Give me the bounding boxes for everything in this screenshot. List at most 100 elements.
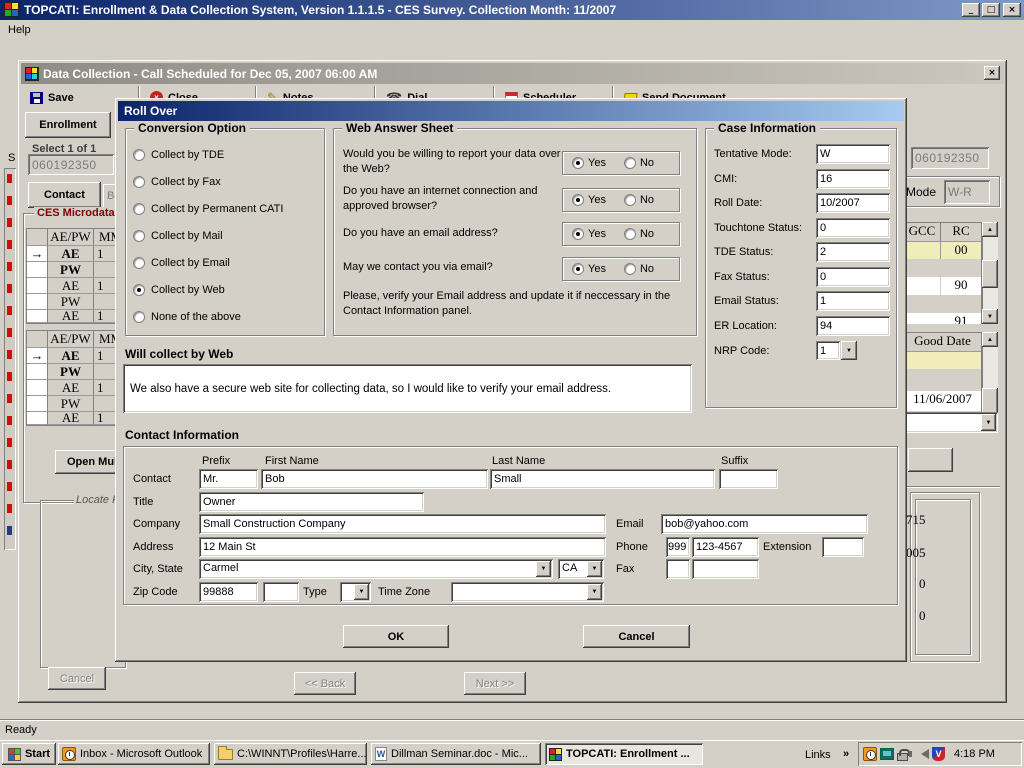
grid-row[interactable]: PW [27, 396, 128, 412]
first-name-field[interactable]: Bob [261, 469, 488, 489]
company-field[interactable]: Small Construction Company [199, 514, 606, 534]
dropdown-button[interactable]: ▼ [587, 561, 602, 577]
dc-close-button[interactable]: × [984, 66, 1000, 80]
grid-row[interactable]: PW [27, 262, 128, 278]
grid-row[interactable]: AE1 [27, 310, 128, 323]
grid-row[interactable]: 11/06/2007 [904, 391, 981, 411]
taskbar-item-topcati[interactable]: TOPCATI: Enrollment ... [545, 743, 703, 765]
tray-display-icon[interactable] [880, 748, 894, 760]
case-id-field-right[interactable]: 060192350 [911, 147, 989, 169]
start-button[interactable]: Start [2, 743, 56, 765]
phone-area-field[interactable]: 999 [666, 537, 690, 557]
city-combo[interactable]: Carmel ▼ [199, 559, 553, 579]
grid-row[interactable]: AE1 [27, 412, 128, 425]
grid-row[interactable]: 90 [904, 277, 981, 295]
roll-date-field[interactable]: 10/2007 [816, 193, 890, 213]
tray-volume-icon[interactable] [921, 749, 929, 759]
gcc-rc-scrollbar[interactable]: ▲ ▼ [982, 222, 998, 324]
fax-area-field[interactable] [666, 559, 690, 579]
dialog-cancel-button[interactable]: Cancel [583, 625, 690, 648]
phone-number-field[interactable]: 123-4567 [692, 537, 759, 557]
tab-enrollment[interactable]: Enrollment [25, 112, 111, 138]
radio-collect-by-email[interactable]: Collect by Email [133, 257, 230, 269]
radio-yes-selected[interactable] [572, 263, 584, 275]
cmi-field[interactable]: 16 [816, 169, 890, 189]
tray-antivirus-icon[interactable]: V [932, 747, 945, 761]
grid-row[interactable]: AE1 [27, 380, 128, 396]
zip-plus4-field[interactable] [263, 582, 299, 602]
tray-reminder-clock-icon[interactable] [863, 747, 877, 761]
state-combo[interactable]: CA ▼ [558, 559, 604, 579]
radio-no[interactable] [624, 194, 636, 206]
time-zone-combo[interactable]: ▼ [451, 582, 604, 602]
dropdown-button[interactable]: ▼ [981, 414, 996, 431]
radio-collect-by-permanent-cati[interactable]: Collect by Permanent CATI [133, 203, 283, 215]
tde-status-field[interactable]: 2 [816, 242, 890, 262]
links-toolbar-label[interactable]: Links [805, 749, 831, 761]
radio-no[interactable] [624, 228, 636, 240]
radio-none-of-the-above[interactable]: None of the above [133, 311, 241, 323]
links-chevron-icon[interactable]: » [843, 748, 849, 760]
case-id-field-left[interactable]: 060192350 [28, 154, 114, 175]
tray-lock-icon[interactable] [897, 753, 908, 761]
grid-row[interactable]: →AE1 [27, 246, 128, 262]
grid-row[interactable] [904, 351, 981, 369]
radio-no[interactable] [624, 263, 636, 275]
radio-collect-by-fax[interactable]: Collect by Fax [133, 176, 221, 188]
grid-row[interactable]: →AE1 [27, 348, 128, 364]
fax-number-field[interactable] [692, 559, 759, 579]
tab-contact[interactable]: Contact [28, 182, 101, 208]
radio-collect-by-mail[interactable]: Collect by Mail [133, 230, 223, 242]
nrp-code-field[interactable]: 1 [816, 341, 840, 360]
next-button[interactable]: Next >> [464, 672, 526, 695]
scroll-thumb[interactable] [982, 260, 998, 288]
radio-yes-selected[interactable] [572, 194, 584, 206]
email-field[interactable]: bob@yahoo.com [661, 514, 868, 534]
suffix-field[interactable] [719, 469, 778, 489]
zip-code-field[interactable]: 99888 [199, 582, 258, 602]
grid-row[interactable] [904, 259, 981, 277]
dc-cancel-button[interactable]: Cancel [48, 667, 106, 690]
radio-collect-by-web[interactable]: Collect by Web [133, 284, 225, 296]
back-button[interactable]: << Back [294, 672, 356, 695]
maximize-button[interactable]: □ [982, 3, 1000, 17]
fax-status-field[interactable]: 0 [816, 267, 890, 287]
grid-row[interactable]: 91 [904, 313, 981, 324]
dropdown-button[interactable]: ▼ [536, 561, 551, 577]
dropdown-button[interactable]: ▼ [587, 584, 602, 600]
toolbar-save-button[interactable]: Save [24, 85, 80, 110]
last-name-field[interactable]: Small [490, 469, 715, 489]
grid-row[interactable]: 00 [904, 241, 981, 259]
grid-row[interactable]: PW [27, 364, 128, 380]
radio-yes-selected[interactable] [572, 228, 584, 240]
radio-yes-selected[interactable] [572, 157, 584, 169]
scroll-thumb[interactable] [982, 388, 998, 414]
radio-no[interactable] [624, 157, 636, 169]
grid-row[interactable]: AE1 [27, 278, 128, 294]
taskbar-item-explorer[interactable]: C:\WINNT\Profiles\Harre... [214, 743, 367, 765]
dropdown-button[interactable]: ▼ [354, 584, 369, 600]
prefix-field[interactable]: Mr. [199, 469, 258, 489]
address-field[interactable]: 12 Main St [199, 537, 606, 557]
partial-button[interactable] [908, 448, 953, 472]
grid-row[interactable]: PW [27, 294, 128, 310]
scroll-up-button[interactable]: ▲ [982, 222, 998, 237]
nrp-dropdown-button[interactable]: ▼ [841, 341, 857, 360]
extension-field[interactable] [822, 537, 864, 557]
scroll-down-button[interactable]: ▼ [982, 309, 998, 324]
close-button[interactable]: × [1003, 3, 1021, 17]
menu-help[interactable]: Help [8, 24, 31, 36]
grid-row[interactable] [904, 369, 981, 391]
touchtone-status-field[interactable]: 0 [816, 218, 890, 238]
type-combo[interactable]: ▼ [340, 582, 371, 602]
taskbar-item-word[interactable]: W Dillman Seminar.doc - Mic... [371, 743, 541, 765]
title-field[interactable]: Owner [199, 492, 424, 512]
radio-collect-by-tde[interactable]: Collect by TDE [133, 149, 224, 161]
minimize-button[interactable]: _ [962, 3, 980, 17]
er-location-field[interactable]: 94 [816, 316, 890, 336]
grid-row[interactable] [904, 295, 981, 313]
email-status-field[interactable]: 1 [816, 291, 890, 311]
scroll-up-button[interactable]: ▲ [982, 332, 998, 347]
taskbar-item-outlook[interactable]: Inbox - Microsoft Outlook [58, 743, 210, 765]
ok-button[interactable]: OK [343, 625, 449, 648]
